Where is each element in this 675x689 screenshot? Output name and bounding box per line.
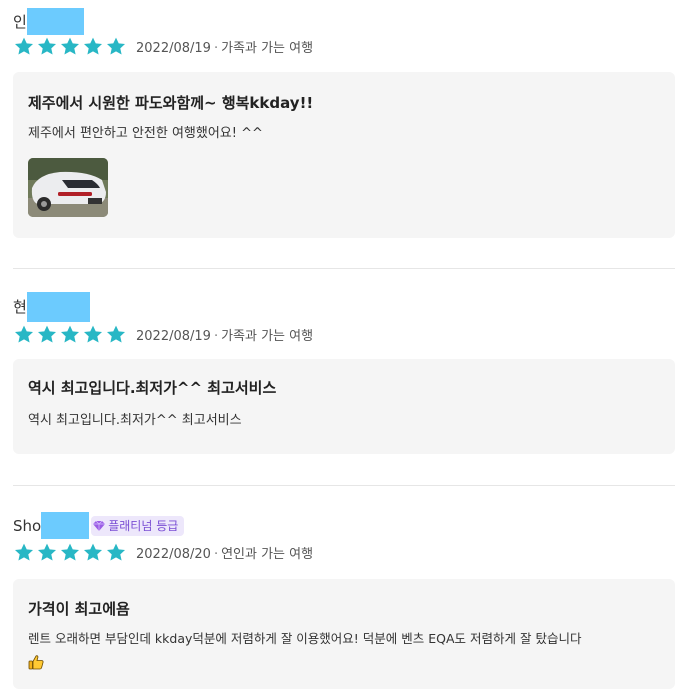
rating-row: 2022/08/19 · 가족과 가는 여행 — [13, 324, 313, 344]
review-photo-thumbnail[interactable] — [28, 158, 108, 217]
review-text: 역시 최고입니다.최저가^^ 최고서비스 — [28, 413, 242, 428]
reviewer-name-prefix: 현 — [13, 298, 27, 316]
review-meta: 2022/08/19 · 가족과 가는 여행 — [136, 37, 313, 56]
review-title: 역시 최고입니다.최저가^^ 최고서비스 — [28, 379, 277, 397]
reviewer-name-mask — [26, 292, 90, 322]
reviewer-name: Sho 플래티넘 등급 — [13, 512, 185, 539]
star-icon — [83, 37, 103, 55]
review-text: 렌트 오래하면 부담인데 kkday덕분에 저렴하게 잘 이용했어요! 덕분에 … — [28, 631, 582, 646]
review-date: 2022/08/19 — [136, 40, 211, 56]
review-text-emoji — [28, 654, 44, 670]
review-card: 제주에서 시원한 파도와함께~ 행복kkday!! 제주에서 편안하고 안전한 … — [13, 72, 675, 238]
reviewer-name: 현 — [13, 292, 90, 322]
review-card: 역시 최고입니다.최저가^^ 최고서비스 역시 최고입니다.최저가^^ 최고서비… — [13, 359, 675, 454]
meta-separator: · — [213, 546, 219, 562]
star-icon — [106, 543, 126, 561]
rating-row: 2022/08/19 · 가족과 가는 여행 — [13, 36, 313, 56]
review-card: 가격이 최고에욤 렌트 오래하면 부담인데 kkday덕분에 저렴하게 잘 이용… — [13, 579, 675, 689]
tier-badge-label: 플래티넘 등급 — [108, 518, 179, 533]
thumbs-up-icon — [28, 655, 44, 670]
review-text: 제주에서 편안하고 안전한 여행했어요! ^^ — [28, 126, 263, 141]
star-rating — [13, 542, 127, 563]
tier-badge: 플래티넘 등급 — [91, 515, 185, 536]
review-divider — [13, 485, 675, 486]
star-rating — [13, 36, 127, 57]
gem-icon — [93, 520, 106, 531]
star-icon — [106, 37, 126, 55]
star-icon — [14, 325, 34, 343]
star-icon — [37, 37, 57, 55]
review-divider — [13, 268, 675, 269]
star-icon — [60, 37, 80, 55]
review-date: 2022/08/20 — [136, 546, 211, 562]
meta-separator: · — [213, 328, 219, 344]
review-meta: 2022/08/20 · 연인과 가는 여행 — [136, 543, 313, 562]
star-icon — [83, 325, 103, 343]
review-title: 제주에서 시원한 파도와함께~ 행복kkday!! — [28, 94, 314, 112]
star-icon — [60, 543, 80, 561]
star-icon — [37, 325, 57, 343]
reviewer-name: 인 — [13, 8, 84, 35]
rating-row: 2022/08/20 · 연인과 가는 여행 — [13, 542, 313, 562]
review-meta: 2022/08/19 · 가족과 가는 여행 — [136, 325, 313, 344]
meta-separator: · — [213, 40, 219, 56]
star-icon — [83, 543, 103, 561]
reviewer-name-prefix: Sho — [13, 516, 42, 535]
star-icon — [37, 543, 57, 561]
star-icon — [60, 325, 80, 343]
star-icon — [14, 543, 34, 561]
reviewer-name-mask — [26, 8, 84, 35]
review-date: 2022/08/19 — [136, 328, 211, 344]
star-rating — [13, 324, 127, 345]
trip-type: 연인과 가는 여행 — [221, 546, 314, 562]
star-icon — [106, 325, 126, 343]
star-icon — [14, 37, 34, 55]
reviewer-name-mask — [41, 512, 90, 539]
trip-type: 가족과 가는 여행 — [221, 40, 314, 56]
trip-type: 가족과 가는 여행 — [221, 328, 314, 344]
car-photo — [28, 158, 108, 217]
reviewer-name-prefix: 인 — [13, 12, 27, 31]
review-title: 가격이 최고에욤 — [28, 600, 130, 618]
